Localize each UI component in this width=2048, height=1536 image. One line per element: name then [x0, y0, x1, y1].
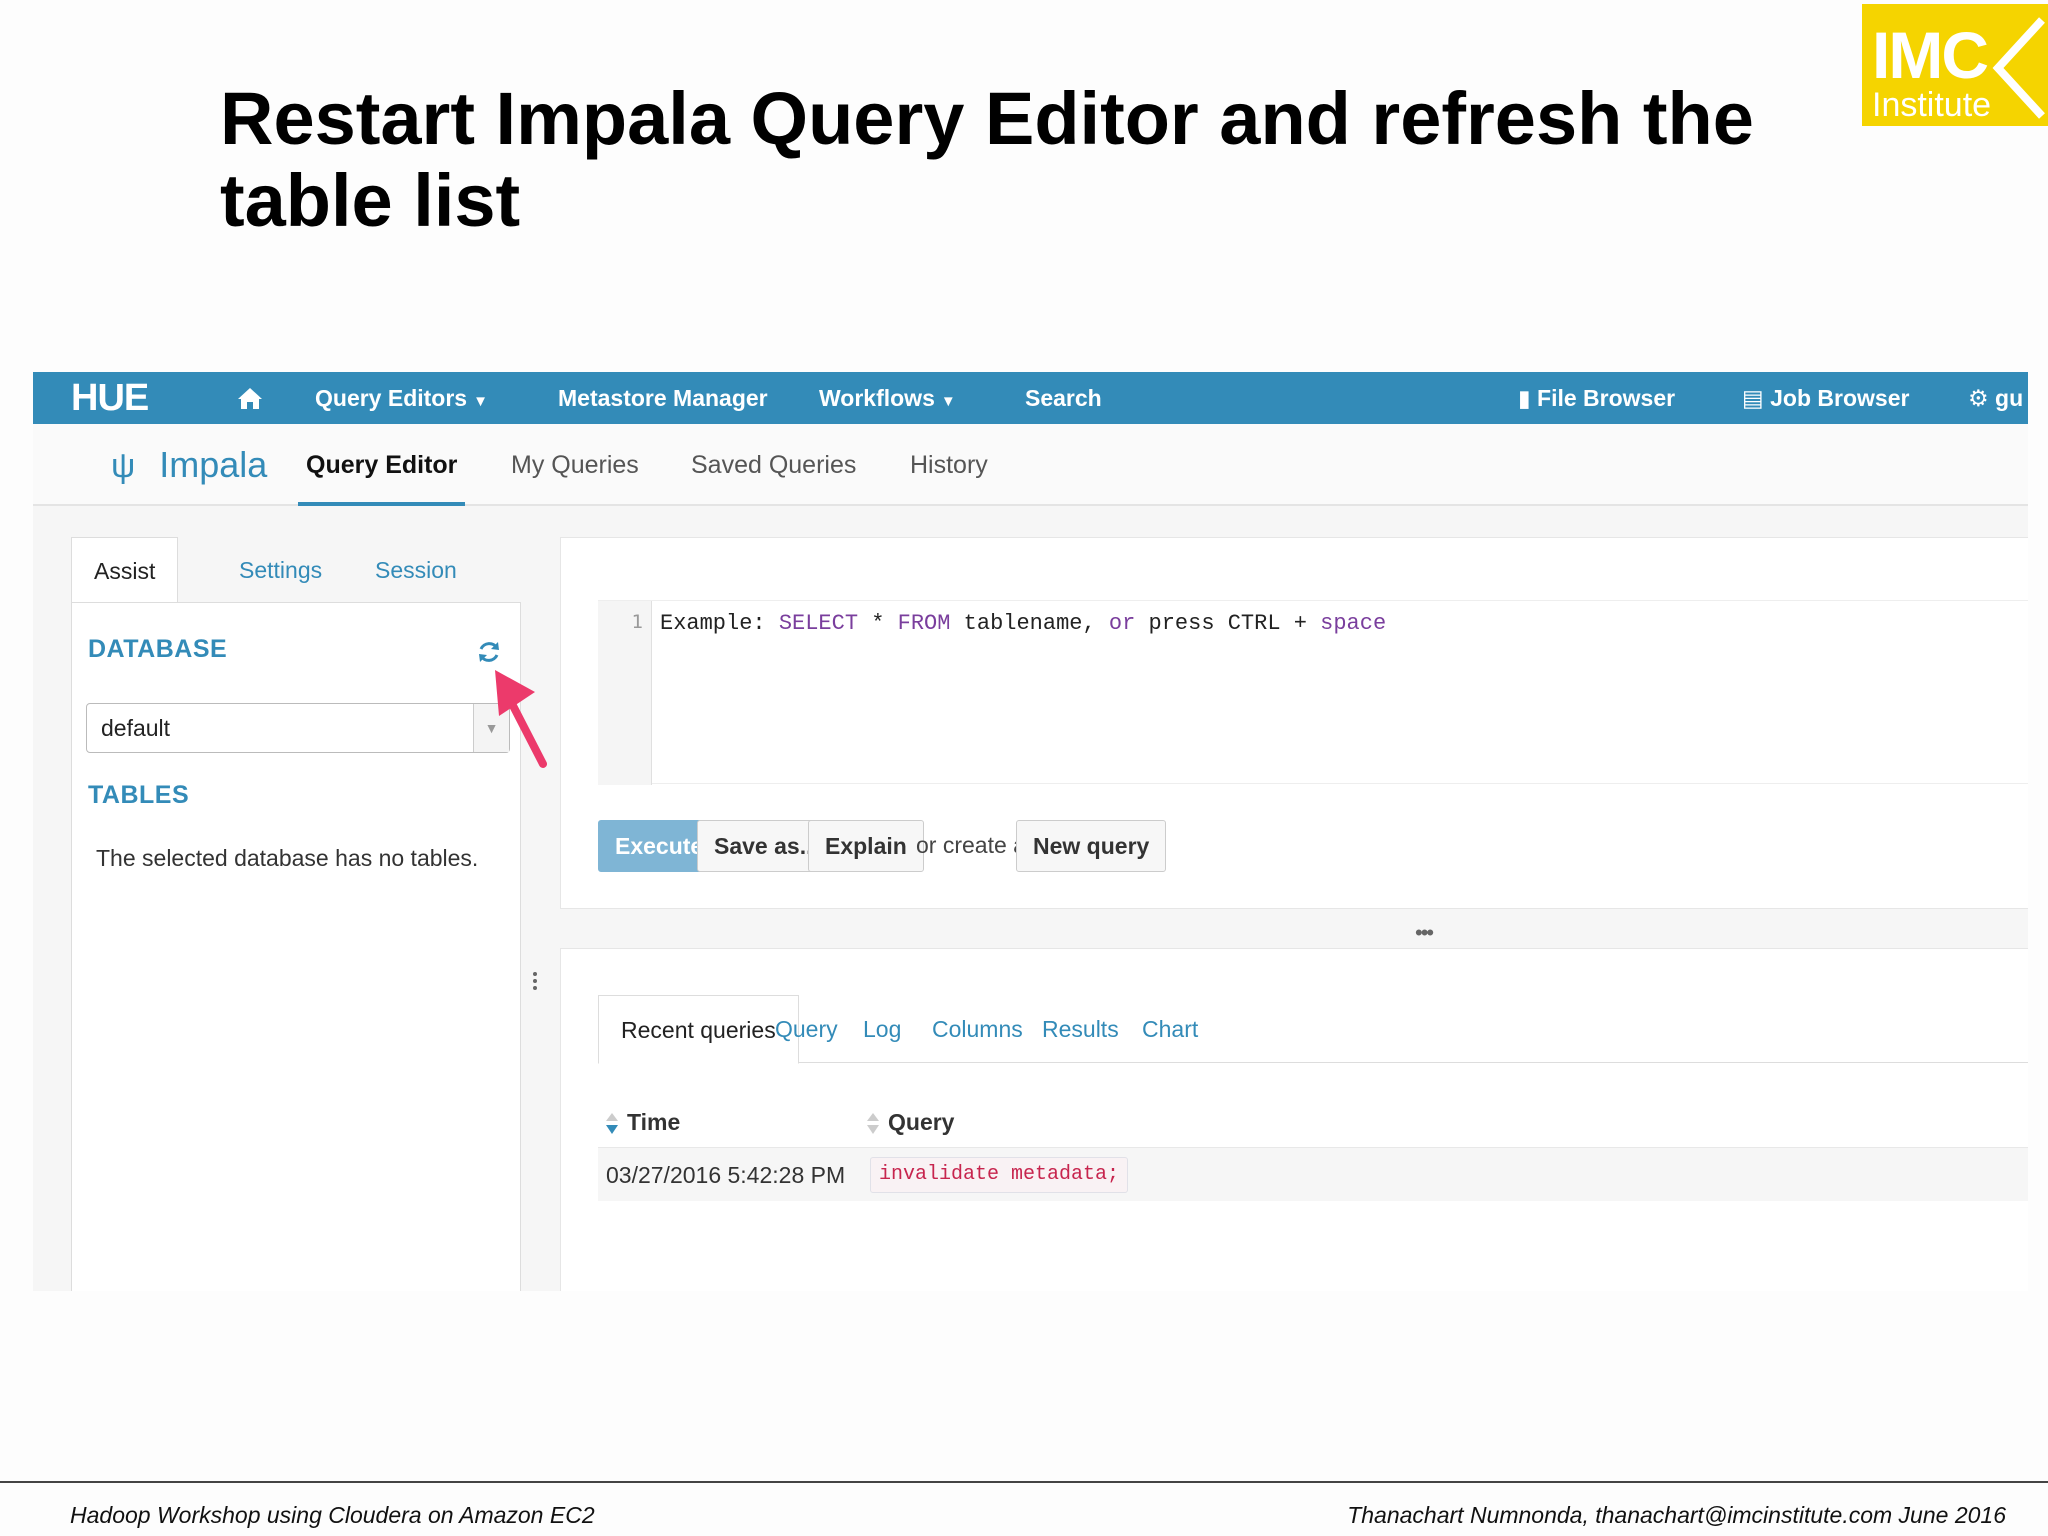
sort-desc-icon [606, 1112, 618, 1134]
column-header-query-label: Query [888, 1109, 955, 1135]
database-select[interactable]: default ▼ [86, 703, 510, 753]
chevron-down-icon: ▼ [473, 393, 488, 410]
footer-right-text: Thanachart Numnonda, thanachart@imcinsti… [1347, 1502, 2006, 1528]
tab-log[interactable]: Log [863, 995, 901, 1063]
chevron-down-icon: ▼ [940, 393, 956, 410]
assist-body: DATABASE default ▼ TABLES The selected d… [71, 602, 521, 1291]
tab-chart[interactable]: Chart [1142, 995, 1198, 1063]
or-create-text: or create a [916, 832, 1026, 858]
nav-user-menu[interactable]: ⚙ gu [1968, 372, 2023, 424]
nav-file-browser-label: File Browser [1537, 385, 1676, 411]
top-navbar: HUE Query Editors ▼ Metastore Manager Wor… [33, 372, 2028, 424]
no-tables-message: The selected database has no tables. [96, 845, 479, 871]
database-select-value: default [101, 715, 171, 741]
nav-job-browser-label: Job Browser [1770, 385, 1910, 411]
query-editor-panel: 1 Example: SELECT * FROM tablename, or p… [560, 537, 2028, 909]
tab-query-editor[interactable]: Query Editor [298, 424, 466, 506]
row-time: 03/27/2016 5:42:28 PM [606, 1162, 846, 1188]
row-query[interactable]: invalidate metadata; [870, 1157, 1129, 1193]
results-panel: Recent queries Query Log Columns Results… [560, 948, 2028, 1291]
footer-left-text: Hadoop Workshop using Cloudera on Amazon… [70, 1502, 595, 1528]
code-placeholder: Example: SELECT * FROM tablename, or pre… [660, 611, 1387, 636]
sort-icon [867, 1112, 879, 1134]
impala-label: Impala [159, 444, 268, 485]
horizontal-splitter-handle[interactable]: ••• [1415, 920, 1434, 946]
imc-institute-logo: IMC Institute [1862, 4, 2048, 126]
tab-session[interactable]: Session [353, 537, 479, 603]
tab-results[interactable]: Results [1042, 995, 1119, 1063]
table-row[interactable]: 03/27/2016 5:42:28 PM invalidate metadat… [598, 1147, 2028, 1201]
nav-job-browser[interactable]: ▤ Job Browser [1742, 372, 1909, 424]
impala-icon: ψ [111, 447, 136, 485]
column-header-time-label: Time [627, 1109, 681, 1135]
tables-heading: TABLES [88, 781, 190, 809]
tab-recent-queries[interactable]: Recent queries [598, 995, 799, 1064]
nav-query-editors[interactable]: Query Editors ▼ [315, 372, 488, 424]
list-icon: ▤ [1742, 385, 1771, 411]
footer-divider [0, 1481, 2048, 1483]
new-query-button[interactable]: New query [1016, 820, 1167, 872]
slide-title-line1: Restart Impala Query Editor and refresh … [220, 77, 1754, 160]
hue-screenshot: HUE Query Editors ▼ Metastore Manager Wor… [33, 372, 2028, 1291]
vertical-splitter-handle[interactable] [533, 972, 541, 993]
slide-title-line2: table list [220, 159, 521, 242]
results-tabs: Recent queries Query Log Columns Results… [598, 995, 2028, 1064]
refresh-icon[interactable] [476, 639, 502, 665]
logo-text-imc: IMC [1872, 18, 1989, 92]
tab-query[interactable]: Query [775, 995, 838, 1063]
file-icon: ▮ [1518, 385, 1538, 411]
column-header-time[interactable]: Time [605, 1109, 680, 1137]
line-number-gutter: 1 [598, 601, 652, 785]
tab-assist[interactable]: Assist [71, 537, 179, 603]
nav-search[interactable]: Search [1025, 372, 1102, 424]
nav-workflows-label: Workflows [819, 385, 935, 411]
hue-logo[interactable]: HUE [71, 372, 149, 424]
tab-saved-queries[interactable]: Saved Queries [691, 424, 856, 506]
code-editor[interactable]: 1 Example: SELECT * FROM tablename, or p… [598, 600, 2028, 785]
tab-history[interactable]: History [910, 424, 988, 506]
gears-icon: ⚙ [1968, 385, 1996, 411]
assist-panel: Assist Settings Session DATABASE default… [71, 537, 521, 1291]
tab-columns[interactable]: Columns [932, 995, 1023, 1063]
slide-title: Restart Impala Query Editor and refresh … [220, 78, 1820, 242]
nav-user-label: gu [1995, 385, 2024, 411]
logo-text-institute: Institute [1872, 86, 1992, 124]
column-header-query[interactable]: Query [866, 1109, 954, 1137]
app-subnav: ψ Impala Query Editor My Queries Saved Q… [33, 424, 2028, 506]
impala-app-title[interactable]: ψ Impala [111, 424, 267, 506]
home-icon[interactable] [235, 372, 265, 424]
tab-my-queries[interactable]: My Queries [511, 424, 639, 506]
nav-file-browser[interactable]: ▮ File Browser [1518, 372, 1675, 424]
explain-button[interactable]: Explain [808, 820, 924, 872]
nav-metastore-manager[interactable]: Metastore Manager [558, 372, 768, 424]
nav-query-editors-label: Query Editors [315, 385, 468, 411]
nav-workflows[interactable]: Workflows ▼ [819, 372, 956, 424]
database-heading: DATABASE [88, 635, 228, 663]
tab-settings[interactable]: Settings [217, 537, 344, 603]
